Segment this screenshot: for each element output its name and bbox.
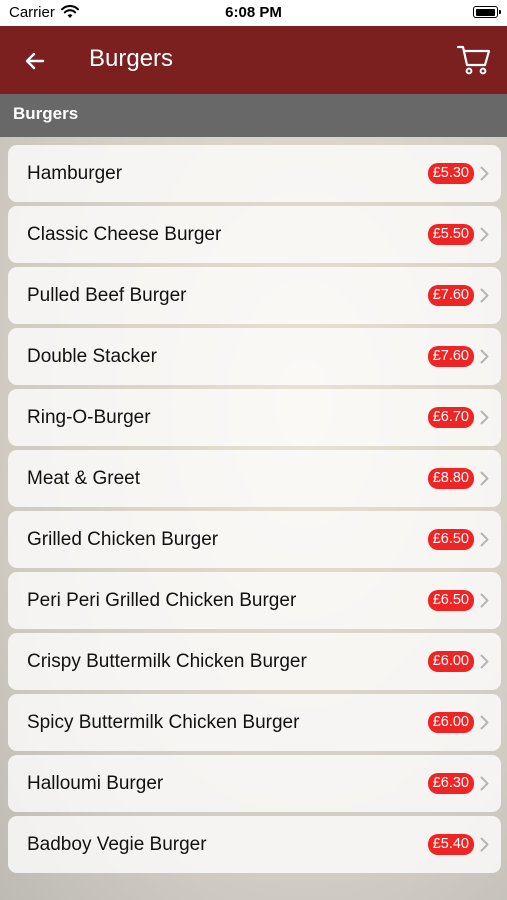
cart-button[interactable] bbox=[455, 40, 493, 78]
battery-icon bbox=[473, 6, 501, 18]
cart-icon bbox=[456, 45, 491, 75]
list-item[interactable]: Crispy Buttermilk Chicken Burger £6.00 bbox=[8, 633, 501, 690]
price-badge: £5.40 bbox=[427, 834, 474, 855]
chevron-right-icon bbox=[480, 654, 489, 669]
price-badge: £6.50 bbox=[427, 529, 474, 550]
chevron-right-icon bbox=[480, 288, 489, 303]
section-title: Burgers bbox=[13, 104, 79, 123]
price-badge: £6.70 bbox=[427, 407, 474, 428]
list-item[interactable]: Halloumi Burger £6.30 bbox=[8, 755, 501, 812]
chevron-right-icon bbox=[480, 471, 489, 486]
chevron-right-icon bbox=[480, 166, 489, 181]
chevron-right-icon bbox=[480, 227, 489, 242]
arrow-left-icon bbox=[25, 52, 45, 70]
item-name: Pulled Beef Burger bbox=[27, 285, 187, 306]
item-name: Crispy Buttermilk Chicken Burger bbox=[27, 651, 307, 672]
list-item[interactable]: Classic Cheese Burger £5.50 bbox=[8, 206, 501, 263]
price-badge: £7.60 bbox=[427, 346, 474, 367]
list-item[interactable]: Peri Peri Grilled Chicken Burger £6.50 bbox=[8, 572, 501, 629]
list-item[interactable]: Ring-O-Burger £6.70 bbox=[8, 389, 501, 446]
clock-time: 6:08 PM bbox=[225, 4, 282, 21]
price-badge: £6.50 bbox=[427, 590, 474, 611]
chevron-right-icon bbox=[480, 410, 489, 425]
price-badge: £6.00 bbox=[427, 712, 474, 733]
price-badge: £5.50 bbox=[427, 224, 474, 245]
item-name: Ring-O-Burger bbox=[27, 407, 151, 428]
list-item[interactable]: Double Stacker £7.60 bbox=[8, 328, 501, 385]
chevron-right-icon bbox=[480, 776, 489, 791]
chevron-right-icon bbox=[480, 593, 489, 608]
chevron-right-icon bbox=[480, 532, 489, 547]
status-bar: Carrier 6:08 PM bbox=[0, 0, 507, 26]
list-item[interactable]: Hamburger £5.30 bbox=[8, 145, 501, 202]
chevron-right-icon bbox=[480, 837, 489, 852]
back-button[interactable] bbox=[20, 46, 50, 76]
item-name: Spicy Buttermilk Chicken Burger bbox=[27, 712, 300, 733]
item-name: Meat & Greet bbox=[27, 468, 140, 489]
list-item[interactable]: Badboy Vegie Burger £5.40 bbox=[8, 816, 501, 873]
price-badge: £8.80 bbox=[427, 468, 474, 489]
list-item[interactable]: Pulled Beef Burger £7.60 bbox=[8, 267, 501, 324]
price-badge: £5.30 bbox=[427, 163, 474, 184]
item-name: Halloumi Burger bbox=[27, 773, 164, 794]
page-title: Burgers bbox=[89, 45, 174, 72]
list-item[interactable]: Spicy Buttermilk Chicken Burger £6.00 bbox=[8, 694, 501, 751]
navigation-bar: Burgers bbox=[0, 26, 507, 94]
price-badge: £7.60 bbox=[427, 285, 474, 306]
chevron-right-icon bbox=[480, 715, 489, 730]
list-item[interactable]: Meat & Greet £8.80 bbox=[8, 450, 501, 507]
item-name: Peri Peri Grilled Chicken Burger bbox=[27, 590, 297, 611]
price-badge: £6.00 bbox=[427, 651, 474, 672]
menu-item-list: Hamburger £5.30 Classic Cheese Burger £5… bbox=[8, 145, 501, 877]
section-header: Burgers bbox=[0, 94, 507, 137]
item-name: Grilled Chicken Burger bbox=[27, 529, 219, 550]
item-name: Double Stacker bbox=[27, 346, 157, 367]
item-name: Hamburger bbox=[27, 163, 123, 184]
price-badge: £6.30 bbox=[427, 773, 474, 794]
list-item[interactable]: Grilled Chicken Burger £6.50 bbox=[8, 511, 501, 568]
item-name: Classic Cheese Burger bbox=[27, 224, 222, 245]
chevron-right-icon bbox=[480, 349, 489, 364]
item-name: Badboy Vegie Burger bbox=[27, 834, 207, 855]
